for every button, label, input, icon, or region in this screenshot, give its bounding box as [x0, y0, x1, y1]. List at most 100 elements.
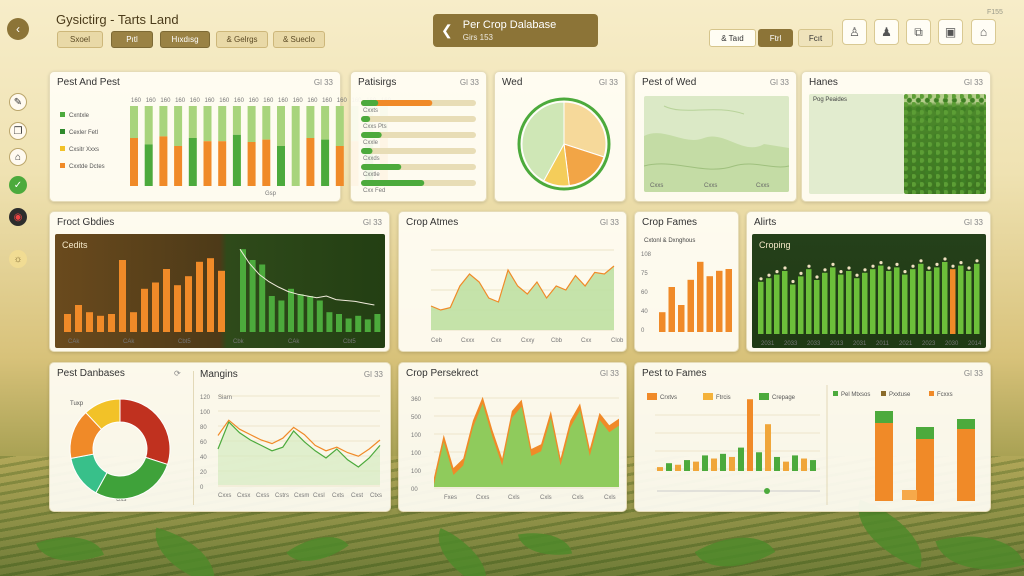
- legend-label: Pel Mtxsos: [841, 392, 870, 398]
- doc-icon[interactable]: ❐: [9, 122, 27, 140]
- tick-label: Cxls: [572, 495, 584, 501]
- bar: [862, 272, 868, 334]
- map-sub: Pog Peaides: [813, 97, 848, 103]
- edit-icon[interactable]: ✎: [9, 93, 27, 111]
- bar-marker: [863, 268, 867, 272]
- bar: [830, 267, 836, 334]
- bar-marker: [767, 273, 771, 277]
- bar-segment-green: [957, 419, 975, 429]
- bar-fill-green: [361, 180, 425, 186]
- bar-marker: [831, 262, 835, 266]
- person-icon[interactable]: ♟: [874, 19, 899, 45]
- bar-segment-green: [277, 106, 285, 146]
- bar-fill-green: [361, 148, 373, 154]
- bar-segment-green: [247, 106, 256, 142]
- tick-label: Cxx: [581, 338, 591, 344]
- tick-label: 20: [200, 470, 207, 476]
- tick-label: 75: [641, 271, 648, 277]
- bar-marker: [927, 266, 931, 270]
- tick-label: 160: [219, 98, 230, 104]
- bar-marker: [887, 266, 891, 270]
- froct-bar-chart: CAk CAk Cbt5 Cbk CAk Cbt5: [64, 248, 381, 345]
- bar-marker: [951, 264, 955, 268]
- bar: [288, 288, 294, 332]
- tick-label: 160: [190, 98, 201, 104]
- tick-label: 100: [411, 451, 422, 457]
- window-icon[interactable]: ▣: [938, 19, 963, 45]
- bar-segment-green: [188, 106, 197, 138]
- bar: [141, 288, 148, 332]
- tick-label: Cbk: [233, 339, 245, 345]
- bar-segment: [188, 138, 197, 186]
- map-label: Cxxs: [756, 183, 770, 189]
- pest-to-fames-bar-chart: Crxtvs Ftrcis Crepage Pel Mtxsos Pxxtuse Fcxx…: [647, 385, 975, 505]
- user-icon[interactable]: ♙: [842, 19, 867, 45]
- axis-label: Gsp: [265, 191, 277, 197]
- settings-icon[interactable]: ☼: [9, 250, 27, 268]
- bar-marker: [911, 264, 915, 268]
- tab-4[interactable]: & Sueclo: [273, 31, 325, 48]
- hanes-map[interactable]: Pog Peaides: [809, 94, 904, 194]
- check-icon[interactable]: ✓: [9, 176, 27, 194]
- home-icon[interactable]: ⌂: [9, 148, 27, 166]
- bar: [765, 424, 771, 471]
- tick-label: 108: [641, 252, 652, 258]
- panel-pest-to-fames: Pest to Fames Gl 33 Crxtvs Ftrcis Crepage P…: [634, 362, 991, 512]
- tick-label: 2014: [968, 341, 982, 347]
- bar-marker: [759, 277, 763, 281]
- bar-label: Cxxts: [363, 108, 378, 114]
- tick-label: 2031: [853, 341, 867, 347]
- bar: [974, 263, 980, 334]
- legend-label: Crxtvs: [660, 395, 677, 401]
- bar: [783, 461, 789, 471]
- legend-label: Cxxtde Dctes: [69, 164, 105, 170]
- segment-1[interactable]: Ftrl: [758, 29, 793, 47]
- bar-segment: [218, 141, 227, 186]
- bar: [870, 269, 876, 334]
- bar-marker: [903, 270, 907, 274]
- legend-swatch: [833, 391, 838, 396]
- bar-marker: [855, 273, 859, 277]
- bar: [326, 312, 333, 332]
- segment-0[interactable]: & Taıd: [709, 29, 756, 47]
- bar: [720, 453, 726, 471]
- bar: [684, 460, 690, 471]
- bar-segment-green: [174, 106, 183, 146]
- chevron-left-icon: ❮: [441, 22, 453, 38]
- bar-segment: [130, 138, 138, 186]
- bar-marker: [839, 270, 843, 274]
- segment-2[interactable]: Fcıt: [798, 29, 833, 47]
- database-selector[interactable]: ❮ Per Crop Dalabase Girs 153: [433, 14, 598, 47]
- bar: [697, 261, 704, 332]
- bar: [725, 269, 732, 332]
- panel-title: Hanes: [809, 77, 838, 88]
- pest-bar-chart: Cxntxle Cexler Fetl Cxsitr Xxxs Cxxtde Dcte…: [60, 98, 392, 197]
- map-view[interactable]: Cxxs Cxxs Cxxs: [644, 96, 789, 192]
- export-icon[interactable]: ⧉: [906, 19, 931, 45]
- tick-label: 500: [411, 415, 422, 421]
- globe-icon[interactable]: ◉: [9, 208, 27, 226]
- crop-atmes-area-chart: Ceb Cxxx Cxx Cxxy Cbb Cxx Clob: [430, 249, 624, 344]
- tick-label: 60: [200, 440, 207, 446]
- bookmark-icon[interactable]: ⌂: [971, 19, 996, 45]
- tick-label: 160: [175, 98, 186, 104]
- bar-marker: [871, 264, 875, 268]
- tab-3[interactable]: & Gelrgs: [216, 31, 268, 48]
- tab-0[interactable]: Sxoel: [57, 31, 103, 48]
- bar-marker: [895, 262, 899, 266]
- bar: [659, 312, 666, 332]
- legend-label: Siarn: [218, 395, 232, 401]
- bar: [854, 278, 860, 334]
- tick-label: 2030: [945, 341, 959, 347]
- back-icon[interactable]: ‹: [7, 18, 29, 40]
- tick-label: CAk: [288, 339, 300, 345]
- mangins-line-chart: 120 100 80 60 40 20 0 Siarn Cxxs Cxsx Cxss Cstrs Cxs…: [200, 395, 382, 499]
- tick-label: Cstrs: [275, 493, 289, 499]
- map-label: Cxxs: [704, 183, 718, 189]
- panel-corner: Gl 33: [963, 78, 983, 87]
- bar-segment-green: [203, 106, 212, 142]
- bar-segment-green: [916, 427, 934, 439]
- bar-segment: [306, 138, 315, 186]
- tab-2[interactable]: Hıxdısg: [160, 31, 210, 48]
- tab-1[interactable]: Pıtl: [111, 31, 153, 48]
